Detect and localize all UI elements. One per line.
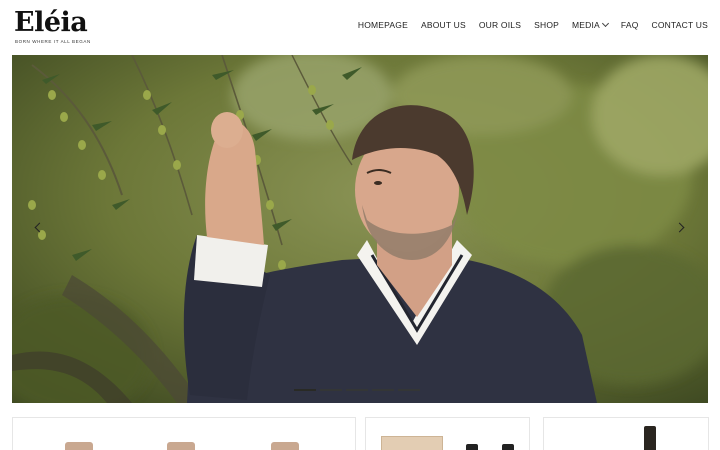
slider-prev-button[interactable] (30, 220, 46, 236)
product-bottle-image (65, 442, 93, 450)
nav-item-our-oils[interactable]: OUR OILS (479, 20, 521, 30)
slider-dot-4[interactable] (372, 389, 394, 391)
slider-next-button[interactable] (674, 220, 690, 236)
site-header: Eléia BORN WHERE IT ALL BEGAN HOMEPAGE A… (0, 0, 720, 55)
gift-box-image (381, 436, 443, 450)
product-card-2[interactable] (365, 417, 530, 450)
product-bottle-image (502, 444, 514, 450)
chevron-right-icon (674, 222, 685, 233)
nav-item-media-label: MEDIA (572, 20, 600, 30)
product-bottle-image (466, 444, 478, 450)
chevron-left-icon (34, 222, 45, 233)
chevron-down-icon (601, 19, 609, 28)
slider-dot-3[interactable] (346, 389, 368, 391)
main-nav: HOMEPAGE ABOUT US OUR OILS SHOP MEDIA FA… (345, 19, 708, 30)
slider-dot-1[interactable] (294, 389, 316, 391)
brand-tagline: BORN WHERE IT ALL BEGAN (15, 39, 91, 44)
product-bottle-image (644, 426, 656, 450)
nav-item-contact-us[interactable]: CONTACT US (652, 20, 708, 30)
brand-name: Eléia (14, 7, 88, 38)
nav-item-media[interactable]: MEDIA (572, 19, 609, 30)
brand-logo[interactable]: Eléia BORN WHERE IT ALL BEGAN (14, 8, 104, 48)
product-bottle-image (167, 442, 195, 450)
nav-item-faq[interactable]: FAQ (621, 20, 639, 30)
product-card-1[interactable] (12, 417, 356, 450)
hero-image (12, 55, 708, 403)
product-bottle-image (271, 442, 299, 450)
nav-item-about-us[interactable]: ABOUT US (421, 20, 466, 30)
slider-pagination (294, 389, 420, 391)
slider-dot-5[interactable] (398, 389, 420, 391)
hero-slider[interactable] (12, 55, 708, 403)
nav-item-homepage[interactable]: HOMEPAGE (358, 20, 408, 30)
nav-item-shop[interactable]: SHOP (534, 20, 559, 30)
slider-dot-2[interactable] (320, 389, 342, 391)
product-card-3[interactable] (543, 417, 709, 450)
